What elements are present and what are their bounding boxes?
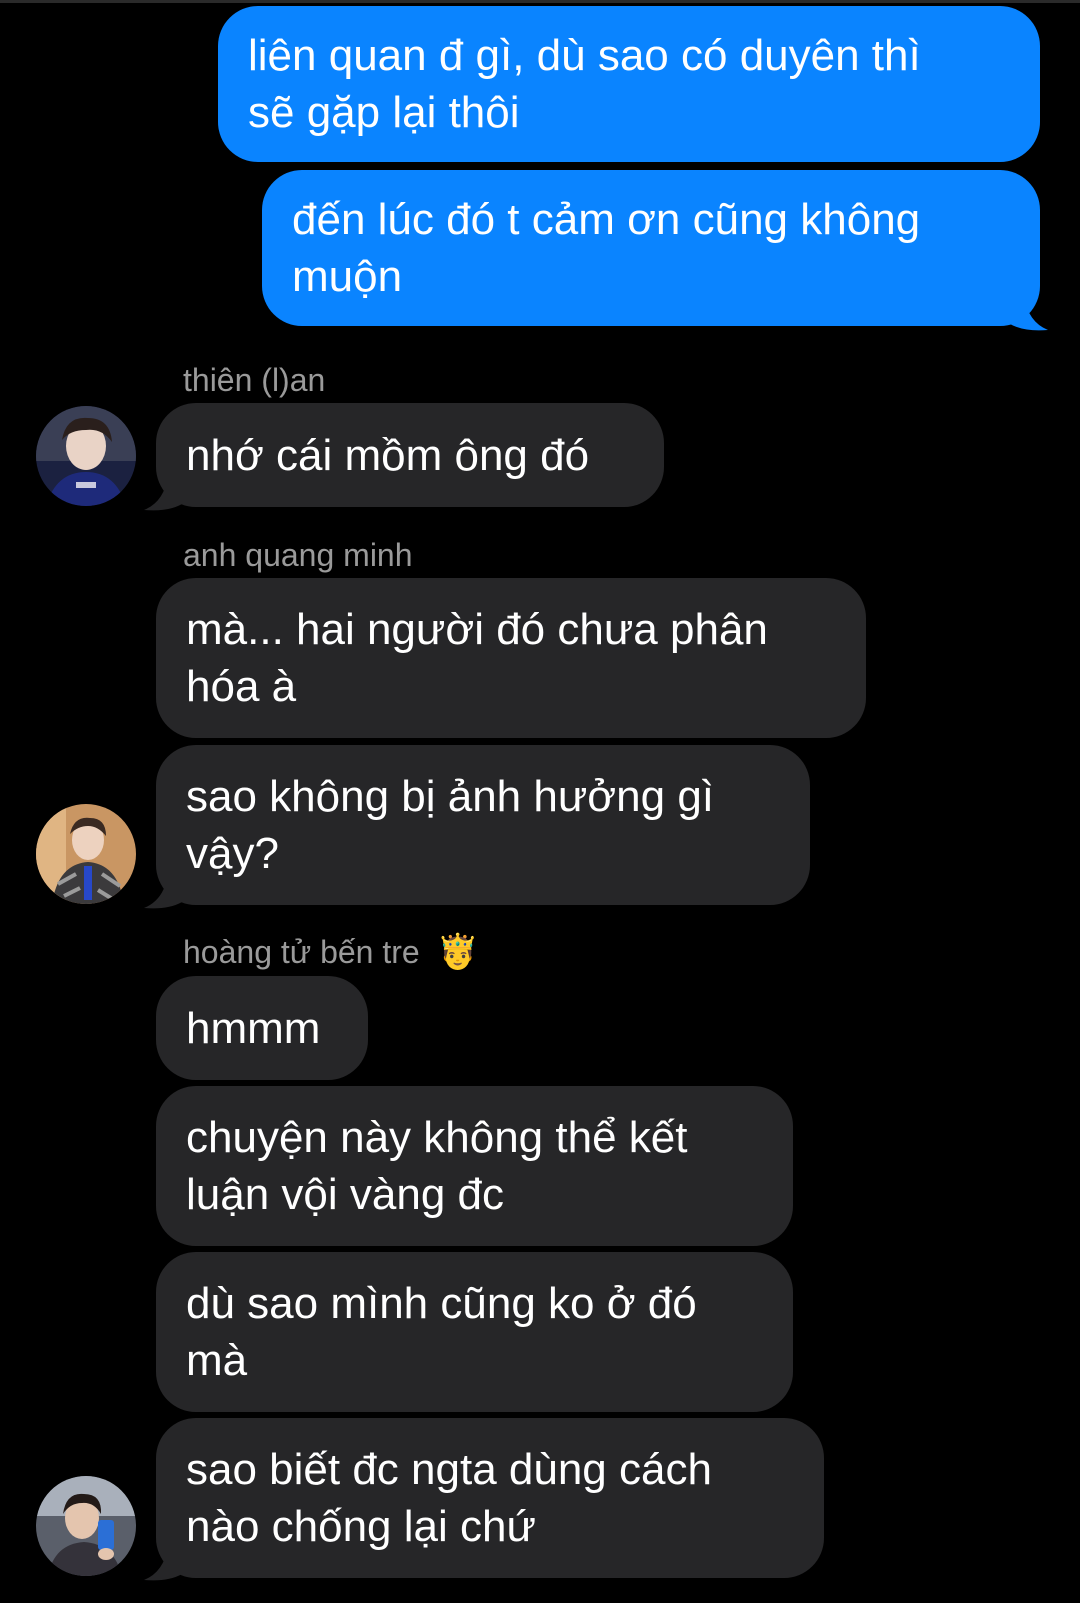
message-text: liên quan đ gì, dù sao có duyên thì sẽ g… — [248, 31, 921, 137]
message-bubble-outgoing[interactable]: đến lúc đó t cảm ơn cũng không muộn — [262, 170, 1040, 326]
message-text: dù sao mình cũng ko ở đó mà — [186, 1279, 697, 1385]
message-text: sao biết đc ngta dùng cách nào chống lại… — [186, 1445, 712, 1551]
bubble-tail — [144, 874, 182, 909]
message-text: mà... hai người đó chưa phân hóa à — [186, 605, 768, 711]
sender-name: anh quang minh — [183, 537, 413, 573]
message-bubble-incoming[interactable]: chuyện này không thể kết luận vội vàng đ… — [156, 1086, 793, 1246]
prince-emoji-icon: 🤴 — [436, 933, 479, 971]
message-text: chuyện này không thể kết luận vội vàng đ… — [186, 1113, 688, 1219]
message-text: đến lúc đó t cảm ơn cũng không muộn — [292, 195, 921, 301]
message-bubble-incoming[interactable]: hmmm — [156, 976, 368, 1080]
message-bubble-incoming[interactable]: sao không bị ảnh hưởng gì vậy? — [156, 745, 810, 905]
message-text: nhớ cái mồm ông đó — [186, 430, 590, 480]
top-divider — [0, 0, 1080, 3]
message-text: sao không bị ảnh hưởng gì vậy? — [186, 772, 715, 878]
message-text: hmmm — [186, 1003, 321, 1053]
bubble-tail — [144, 1546, 182, 1581]
bubble-tail — [144, 476, 182, 511]
message-bubble-incoming[interactable]: sao biết đc ngta dùng cách nào chống lại… — [156, 1418, 824, 1578]
message-bubble-incoming[interactable]: dù sao mình cũng ko ở đó mà — [156, 1252, 793, 1412]
message-bubble-incoming[interactable]: nhớ cái mồm ông đó — [156, 403, 664, 507]
avatar[interactable] — [36, 406, 136, 506]
avatar[interactable] — [36, 1476, 136, 1576]
bubble-tail — [1010, 296, 1048, 331]
message-bubble-incoming[interactable]: mà... hai người đó chưa phân hóa à — [156, 578, 866, 738]
sender-name-text: hoàng tử bến tre — [183, 934, 420, 970]
sender-name: thiên (l)an — [183, 362, 326, 398]
message-bubble-outgoing[interactable]: liên quan đ gì, dù sao có duyên thì sẽ g… — [218, 6, 1040, 162]
avatar[interactable] — [36, 804, 136, 904]
sender-name: hoàng tử bến tre 🤴 — [183, 932, 479, 972]
